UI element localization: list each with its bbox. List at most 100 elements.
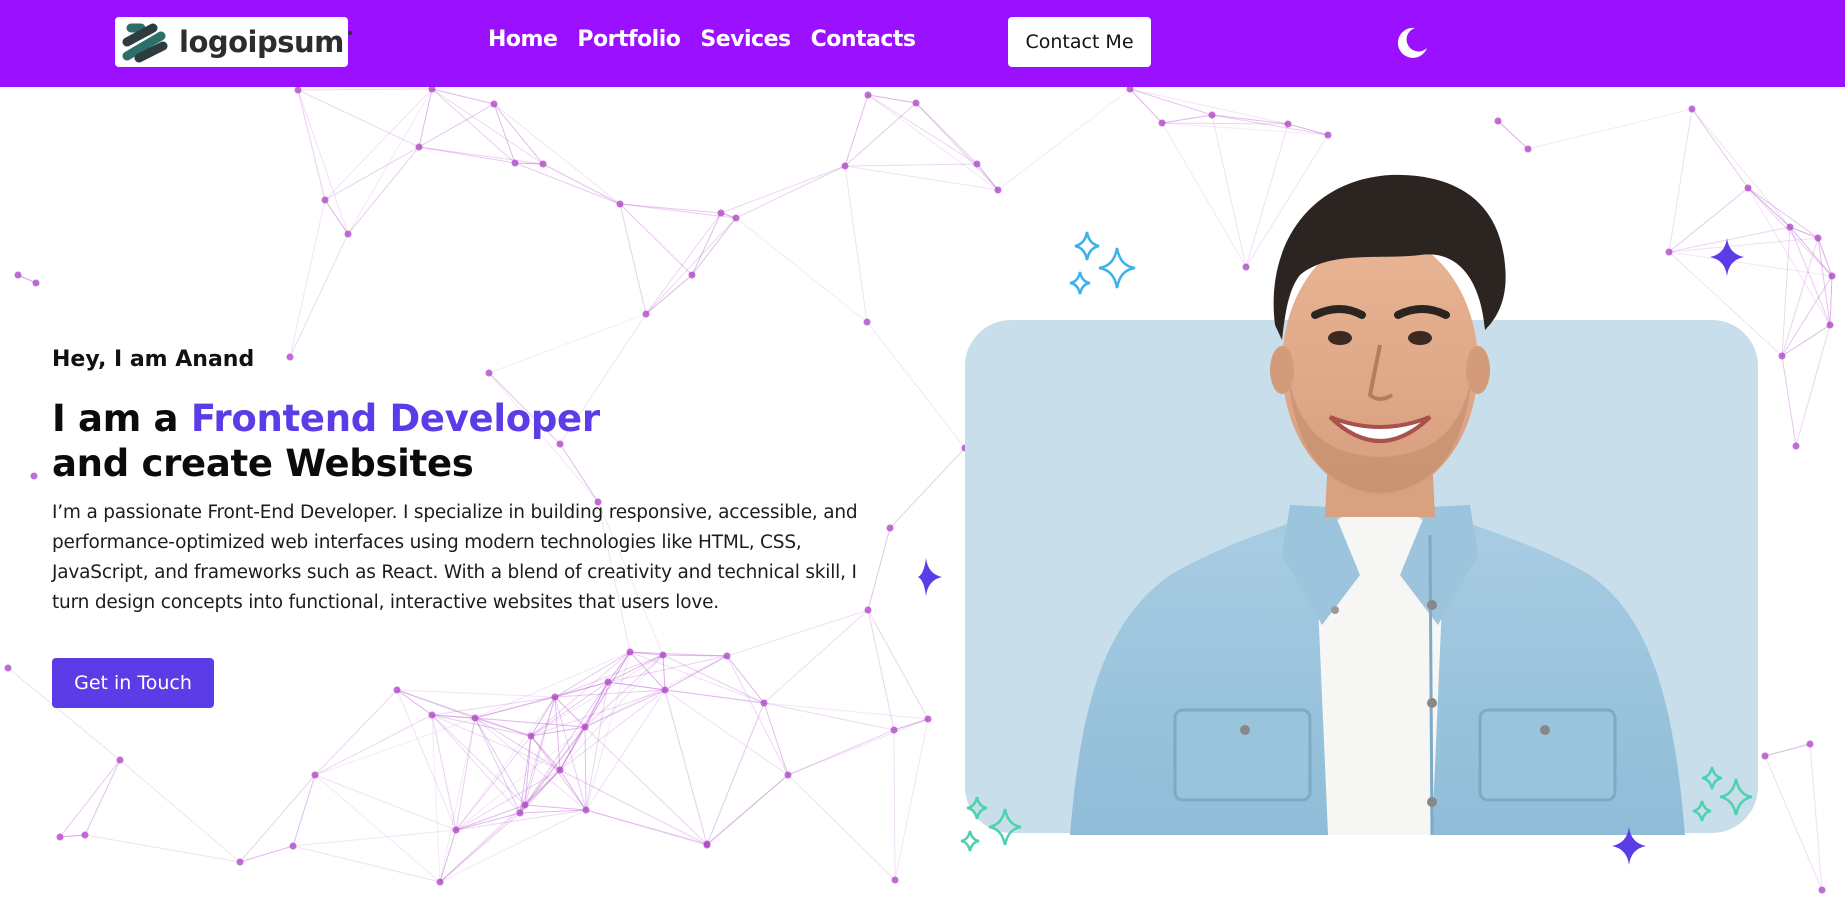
network-line [431,714,441,883]
network-line [619,203,647,315]
network-line [314,774,441,883]
nav-home[interactable]: Home [488,27,558,52]
network-line [735,217,868,323]
get-in-touch-button[interactable]: Get in Touch [52,658,214,708]
network-line [915,102,999,191]
network-node [452,826,460,834]
network-line [292,829,457,847]
nav-portfolio[interactable]: Portfolio [577,27,681,52]
network-node [236,858,244,866]
network-line [867,94,999,191]
network-node [581,723,589,731]
sparkle-teal-right-icon [1692,766,1753,822]
greeting: Hey, I am Anand [52,347,255,372]
network-node [511,159,519,167]
network-line [691,217,737,276]
network-line [1129,88,1289,125]
network-line [297,89,420,148]
network-line [493,103,621,205]
network-line [519,681,609,814]
network-line [720,165,846,214]
network-line [867,609,895,731]
network-node [556,766,564,774]
star-purple-icon [1710,238,1744,276]
network-line [1691,108,1749,189]
nav-services[interactable]: Sevices [700,27,791,52]
network-line [297,89,349,235]
nav-contacts[interactable]: Contacts [811,27,916,52]
network-line [1781,355,1797,447]
network-node [14,271,22,279]
network-node [4,664,12,672]
network-node [604,678,612,686]
network-node [436,878,444,886]
logo[interactable]: logoipsum [115,17,352,67]
network-node [717,209,725,217]
network-node [1208,111,1216,119]
network-line [619,203,693,276]
network-line [474,696,556,719]
network-node [56,833,64,841]
network-node [616,200,624,208]
network-line [662,654,666,691]
network-line [1161,122,1289,125]
network-node [516,809,524,817]
network-node [924,715,932,723]
navbar: logoipsum Home Portfolio Sevices Contact… [0,0,1845,87]
network-line [735,165,846,219]
network-line [59,834,86,838]
network-line [439,717,476,883]
network-line [645,217,737,315]
network-node [521,801,529,809]
sparkle-blue-icon [1069,231,1136,295]
network-node [527,732,535,740]
network-line [1817,237,1833,277]
network-line [1747,187,1791,228]
network-line [431,88,516,164]
network-line [1161,122,1329,136]
network-line [84,834,241,863]
network-node [626,648,634,656]
network-line [844,165,999,191]
network-node [1744,184,1752,192]
network-node [286,353,294,361]
network-node [863,318,871,326]
hero-description: I’m a passionate Front-End Developer. I … [52,502,858,613]
network-line [289,233,349,358]
network-line [1497,120,1529,150]
network-line [787,774,896,881]
network-line [431,88,495,105]
headline: I am a Frontend Developer and create Web… [52,396,600,486]
network-line [1211,114,1289,125]
network-line [314,717,476,776]
network-node [1284,120,1292,128]
network-node [551,693,559,701]
network-line [889,447,966,529]
network-line [1829,275,1833,326]
network-node [891,876,899,884]
network-line [706,774,789,845]
network-node [703,840,711,848]
network-node [116,756,124,764]
network-node [1792,442,1800,450]
moon-icon[interactable] [1393,24,1431,62]
network-line [1161,114,1213,124]
network-node [1688,105,1696,113]
contact-me-button[interactable]: Contact Me [1008,17,1151,67]
network-line [1527,108,1693,150]
network-line [292,774,316,847]
network-node [1828,272,1836,280]
network-line [664,689,708,845]
network-line [1691,108,1791,228]
star-purple-small-icon [1612,827,1646,865]
network-line [314,714,433,776]
network-node [32,279,40,287]
network-node [471,714,479,722]
network-node [1324,131,1332,139]
profile-photo [1070,174,1685,835]
network-line [1747,187,1819,239]
network-line [297,88,433,91]
network-line [324,88,433,201]
network-line [542,163,621,205]
network-node [539,160,547,168]
